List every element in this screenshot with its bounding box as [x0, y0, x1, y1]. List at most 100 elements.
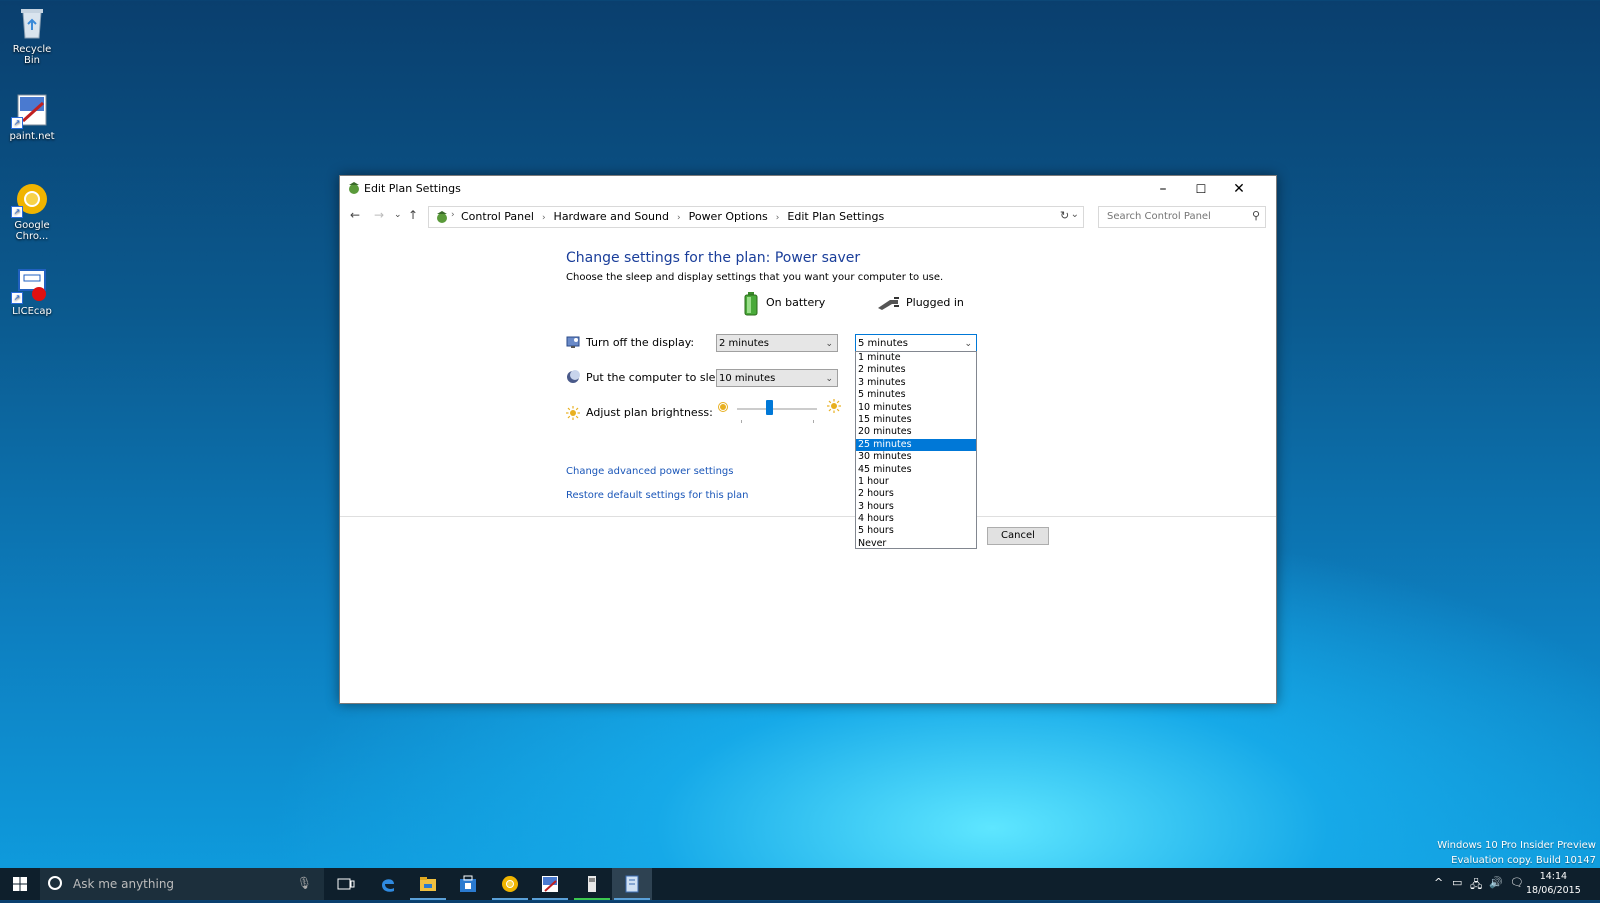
window-title: Edit Plan Settings: [364, 182, 461, 195]
taskbar-store[interactable]: [448, 868, 488, 900]
show-hidden-icons-chevron-icon[interactable]: ^: [1434, 876, 1443, 889]
dropdown-option[interactable]: 2 hours: [856, 488, 976, 500]
search-input[interactable]: [1105, 210, 1247, 223]
forward-arrow-icon[interactable]: →: [374, 208, 384, 222]
slider-tick: [813, 420, 814, 423]
network-icon[interactable]: 🖧: [1470, 876, 1482, 895]
restore-default-settings-link[interactable]: Restore default settings for this plan: [566, 490, 749, 501]
notifications-icon[interactable]: 🗨: [1510, 876, 1524, 889]
dropdown-option[interactable]: 45 minutes: [856, 464, 976, 476]
desktop-icon-label: Google Chro...: [14, 220, 50, 242]
address-bar[interactable]: › Control Panel › Hardware and Sound › Power…: [428, 206, 1084, 228]
minimize-button[interactable]: –: [1144, 176, 1182, 202]
shortcut-arrow-icon: ↗: [11, 117, 23, 129]
brightness-slider-track[interactable]: [737, 408, 817, 410]
refresh-icon[interactable]: ↻: [1060, 209, 1069, 222]
cortana-search-box[interactable]: Ask me anything 🎙: [40, 868, 324, 900]
dropdown-option[interactable]: 25 minutes: [856, 438, 976, 452]
breadcrumb: Control Panel › Hardware and Sound › Power O…: [461, 210, 884, 223]
breadcrumb-separator-icon: ›: [541, 213, 546, 223]
search-icon[interactable]: ⚲: [1252, 209, 1260, 222]
recent-locations-chevron-icon[interactable]: ⌄: [394, 210, 402, 220]
system-clock[interactable]: 14:14 18/06/2015: [1526, 870, 1581, 898]
windows-logo-icon: [13, 877, 27, 891]
brightness-slider-thumb[interactable]: [766, 400, 773, 415]
page-subtitle: Choose the sleep and display settings th…: [566, 272, 944, 283]
breadcrumb-separator-icon: ›: [451, 210, 455, 220]
clock-date: 18/06/2015: [1526, 885, 1581, 896]
dropdown-option[interactable]: 3 minutes: [856, 377, 976, 389]
taskbar-control-panel[interactable]: [612, 868, 652, 900]
shortcut-arrow-icon: ↗: [11, 292, 23, 304]
task-view-button[interactable]: [326, 868, 366, 900]
paint-net-icon: ↗: [11, 93, 49, 129]
sleep-on-battery-select[interactable]: 10 minutes ⌄: [716, 369, 838, 387]
edit-plan-settings-window: Edit Plan Settings – ☐ ✕ ← → ⌄ ↑ › Contr…: [339, 175, 1277, 704]
breadcrumb-separator-icon: ›: [775, 213, 780, 223]
licecap-icon: [588, 876, 596, 892]
control-panel-icon: [625, 875, 639, 893]
start-button[interactable]: [0, 868, 40, 900]
dropdown-option[interactable]: 10 minutes: [856, 402, 976, 414]
breadcrumb-power-options[interactable]: Power Options: [689, 210, 768, 223]
up-arrow-icon[interactable]: ↑: [408, 208, 418, 222]
chevron-down-icon: ⌄: [825, 339, 833, 349]
slider-tick: [741, 420, 742, 423]
file-explorer-icon: [420, 877, 436, 891]
brightness-low-icon: [718, 402, 728, 415]
search-control-panel-box[interactable]: ⚲: [1098, 206, 1266, 228]
select-value: 2 minutes: [719, 338, 770, 349]
device-tray-icon[interactable]: ▭: [1452, 876, 1462, 889]
dropdown-option[interactable]: 5 hours: [856, 525, 976, 537]
dropdown-option[interactable]: 1 minute: [856, 352, 976, 364]
dropdown-option[interactable]: Never: [856, 538, 976, 550]
display-plugged-in-select[interactable]: 5 minutes ⌄: [855, 334, 977, 352]
back-arrow-icon[interactable]: ←: [350, 208, 360, 222]
taskbar-licecap[interactable]: [572, 868, 612, 900]
plug-icon: [876, 296, 900, 313]
clock-time: 14:14: [1539, 871, 1568, 882]
change-advanced-power-settings-link[interactable]: Change advanced power settings: [566, 466, 733, 477]
breadcrumb-edit-plan-settings[interactable]: Edit Plan Settings: [787, 210, 884, 223]
chrome-canary-icon: [502, 876, 518, 892]
dropdown-option[interactable]: 15 minutes: [856, 414, 976, 426]
display-on-battery-select[interactable]: 2 minutes ⌄: [716, 334, 838, 352]
dropdown-option[interactable]: 2 minutes: [856, 364, 976, 376]
dropdown-option[interactable]: 5 minutes: [856, 389, 976, 401]
dropdown-option[interactable]: 4 hours: [856, 513, 976, 525]
dropdown-option[interactable]: 1 hour: [856, 476, 976, 488]
title-bar[interactable]: Edit Plan Settings – ☐ ✕: [340, 176, 1276, 202]
on-battery-column-header: On battery: [766, 296, 826, 309]
desktop-icon-paint-net[interactable]: ↗ paint.net: [4, 93, 60, 142]
maximize-button[interactable]: ☐: [1182, 176, 1220, 202]
paint-net-icon: [542, 876, 558, 892]
brightness-high-icon: [827, 399, 841, 416]
taskbar-chrome[interactable]: [490, 868, 530, 900]
brightness-icon: [566, 406, 580, 420]
desktop-icon-google-chrome[interactable]: ↗ Google Chro...: [4, 182, 60, 242]
taskbar: Ask me anything 🎙 ^ ▭ 🖧 🔊 🗨 14:14 18/06/…: [0, 868, 1600, 900]
close-button[interactable]: ✕: [1220, 176, 1258, 202]
taskbar-edge[interactable]: [368, 868, 408, 900]
plugged-in-column-header: Plugged in: [906, 296, 964, 309]
breadcrumb-control-panel[interactable]: Control Panel: [461, 210, 534, 223]
cancel-button[interactable]: Cancel: [987, 527, 1049, 545]
desktop-icon-licecap[interactable]: ↗ LICEcap: [4, 268, 60, 317]
address-dropdown-chevron-icon[interactable]: ⌄: [1071, 209, 1079, 220]
power-options-icon: [347, 181, 361, 195]
turn-off-display-label: Turn off the display:: [586, 336, 695, 349]
taskbar-paint-net[interactable]: [530, 868, 570, 900]
display-icon: [566, 335, 580, 349]
volume-icon[interactable]: 🔊: [1489, 876, 1503, 889]
breadcrumb-hardware-and-sound[interactable]: Hardware and Sound: [554, 210, 669, 223]
taskbar-file-explorer[interactable]: [408, 868, 448, 900]
watermark-line-2: Evaluation copy. Build 10147: [1451, 855, 1596, 866]
desktop-icon-recycle-bin[interactable]: Recycle Bin: [4, 6, 60, 66]
task-view-icon: [337, 878, 355, 890]
dropdown-option[interactable]: 3 hours: [856, 501, 976, 513]
microphone-icon[interactable]: 🎙: [297, 876, 312, 890]
desktop-icon-label: Recycle Bin: [12, 44, 52, 66]
dropdown-option[interactable]: 20 minutes: [856, 426, 976, 438]
dropdown-option[interactable]: 30 minutes: [856, 451, 976, 463]
desktop-icon-label: LICEcap: [12, 306, 52, 317]
